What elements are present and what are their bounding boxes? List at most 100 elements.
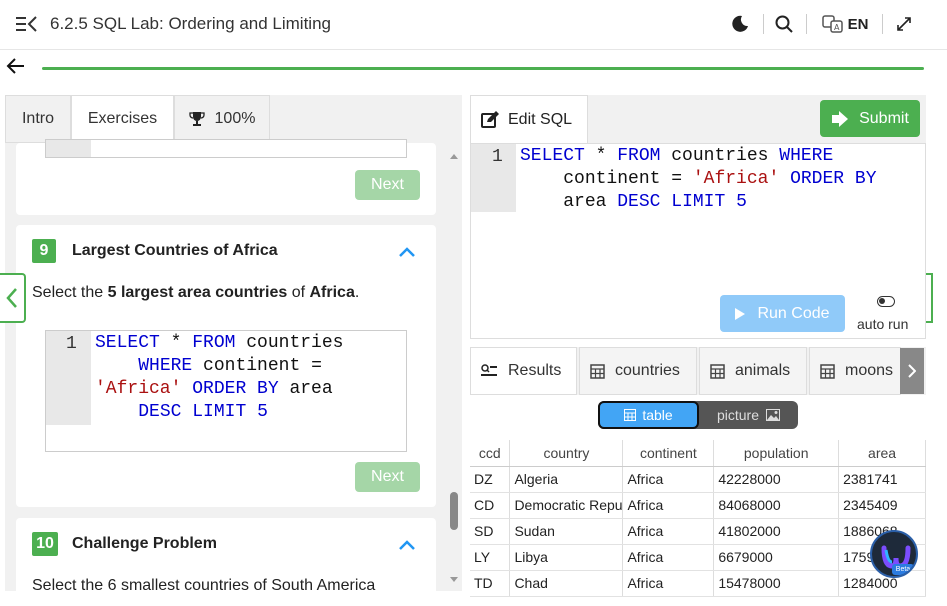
beta-badge: Beta bbox=[892, 564, 914, 575]
tab-exercises[interactable]: Exercises bbox=[71, 95, 174, 143]
table-cell: LY bbox=[470, 544, 511, 571]
table-cell: Algeria bbox=[509, 466, 624, 493]
exercise-card-9: 9 Largest Countries of Africa Select the… bbox=[16, 225, 436, 507]
table-cell: 84068000 bbox=[713, 492, 840, 519]
page-title: 6.2.5 SQL Lab: Ordering and Limiting bbox=[50, 14, 331, 33]
table-cell: Africa bbox=[622, 466, 715, 493]
table-icon bbox=[820, 363, 835, 379]
tab-animals[interactable]: animals bbox=[699, 347, 807, 395]
table-icon bbox=[710, 363, 725, 379]
prev-arrow-button[interactable] bbox=[0, 273, 26, 323]
image-icon bbox=[766, 409, 781, 421]
tab-label: 100% bbox=[214, 110, 256, 127]
run-code-button[interactable]: Run Code bbox=[720, 295, 845, 332]
tab-edit-sql[interactable]: Edit SQL bbox=[470, 95, 588, 143]
language-selector[interactable]: A EN bbox=[820, 12, 870, 36]
toggle-label: table bbox=[642, 407, 673, 423]
search-icon[interactable] bbox=[773, 12, 795, 36]
play-icon bbox=[735, 307, 746, 320]
exercise-number: 9 bbox=[32, 239, 56, 263]
table-cell: 42228000 bbox=[713, 466, 840, 493]
edit-icon bbox=[481, 110, 499, 128]
tab-score[interactable]: 100% bbox=[174, 95, 270, 143]
divider bbox=[763, 14, 764, 34]
column-header[interactable]: area bbox=[838, 440, 926, 467]
dark-mode-icon[interactable] bbox=[729, 12, 751, 36]
table-cell: 2381741 bbox=[838, 466, 926, 493]
next-button[interactable]: Next bbox=[355, 462, 420, 492]
table-cell: DZ bbox=[470, 466, 511, 493]
divider bbox=[882, 14, 883, 34]
picture-view-button[interactable]: picture bbox=[699, 401, 798, 429]
tab-label: Edit SQL bbox=[508, 110, 573, 128]
tab-label: Exercises bbox=[87, 110, 158, 127]
chevron-up-icon[interactable] bbox=[398, 246, 416, 258]
desc-bold: 5 largest area countries bbox=[107, 284, 288, 301]
tab-label: Intro bbox=[21, 110, 54, 127]
tab-intro[interactable]: Intro bbox=[5, 95, 71, 143]
code-text: SELECT * FROM countries WHERE continent … bbox=[520, 146, 877, 212]
language-label: EN bbox=[847, 15, 869, 33]
desc-text: Select the bbox=[32, 284, 108, 301]
desc-bold: Africa bbox=[309, 284, 355, 301]
results-table: ccd country continent population area DZ… bbox=[470, 440, 926, 597]
exercise-description: Select the 6 smallest countries of South… bbox=[32, 577, 376, 591]
table-cell: TD bbox=[470, 570, 511, 597]
table-row: SD Sudan Africa 41802000 1886068 bbox=[470, 518, 926, 545]
table-row: LY Libya Africa 6679000 1759540 bbox=[470, 544, 926, 571]
exercise-card-8: Next bbox=[16, 139, 436, 215]
column-header[interactable]: continent bbox=[622, 440, 715, 467]
next-button[interactable]: Next bbox=[355, 170, 420, 200]
submit-label: Submit bbox=[859, 109, 909, 127]
code-editor[interactable] bbox=[45, 139, 407, 158]
code-editor[interactable]: 1 SELECT * FROM countries WHERE continen… bbox=[45, 330, 407, 452]
toggle-label: picture bbox=[716, 407, 760, 423]
chevron-up-icon[interactable] bbox=[398, 539, 416, 551]
column-header[interactable]: country bbox=[509, 440, 624, 467]
gutter bbox=[46, 140, 91, 157]
submit-arrow-icon bbox=[832, 110, 849, 127]
exercise-description: Select the 5 largest area countries of A… bbox=[32, 284, 359, 302]
desc-text: of bbox=[287, 284, 310, 301]
exercise-title: Largest Countries of Africa bbox=[72, 242, 278, 259]
assistant-badge[interactable]: Beta bbox=[870, 530, 918, 578]
auto-run-toggle[interactable] bbox=[877, 296, 895, 307]
table-row: CD Democratic Republic of the Congo Afri… bbox=[470, 492, 926, 519]
chevron-left-icon bbox=[6, 288, 17, 308]
table-cell: Africa bbox=[622, 518, 715, 545]
table-view-button[interactable]: table bbox=[598, 401, 699, 429]
code-text: SELECT * FROM countries WHERE continent … bbox=[95, 333, 344, 422]
scrollbar[interactable] bbox=[447, 145, 461, 591]
sql-editor[interactable]: 1 SELECT * FROM countries WHERE continen… bbox=[470, 143, 926, 339]
tabs-scroll-right-button[interactable] bbox=[900, 348, 924, 394]
tab-moons[interactable]: moons bbox=[809, 347, 901, 395]
top-bar: 6.2.5 SQL Lab: Ordering and Limiting A E… bbox=[0, 0, 947, 50]
tab-results[interactable]: Results bbox=[470, 347, 577, 395]
table-cell: Africa bbox=[622, 492, 715, 519]
tab-label: Results bbox=[508, 362, 562, 379]
svg-text:A: A bbox=[834, 23, 840, 32]
table-cell: 15478000 bbox=[713, 570, 840, 597]
divider bbox=[806, 14, 807, 34]
table-icon bbox=[590, 363, 605, 379]
back-arrow-icon[interactable] bbox=[6, 56, 26, 80]
menu-collapse-icon[interactable] bbox=[16, 14, 38, 34]
table-cell: Democratic Republic of the Congo bbox=[509, 492, 624, 519]
table-cell: Libya bbox=[509, 544, 624, 571]
table-cell: SD bbox=[470, 518, 511, 545]
trophy-icon bbox=[188, 112, 205, 126]
column-header[interactable]: population bbox=[713, 440, 840, 467]
sql-panel: Edit SQL Submit 1 SELECT * FROM countrie… bbox=[470, 95, 926, 597]
table-header-row: ccd country continent population area bbox=[470, 440, 926, 467]
exercise-title: Challenge Problem bbox=[72, 535, 217, 552]
progress-bar bbox=[42, 67, 924, 70]
expand-icon[interactable] bbox=[893, 12, 915, 36]
column-header[interactable]: ccd bbox=[470, 440, 511, 467]
tab-countries[interactable]: countries bbox=[579, 347, 697, 395]
table-cell: CD bbox=[470, 492, 511, 519]
table-icon bbox=[624, 409, 637, 421]
translate-icon: A bbox=[821, 15, 843, 33]
submit-button[interactable]: Submit bbox=[820, 100, 920, 137]
table-cell: 41802000 bbox=[713, 518, 840, 545]
run-label: Run Code bbox=[757, 304, 830, 322]
